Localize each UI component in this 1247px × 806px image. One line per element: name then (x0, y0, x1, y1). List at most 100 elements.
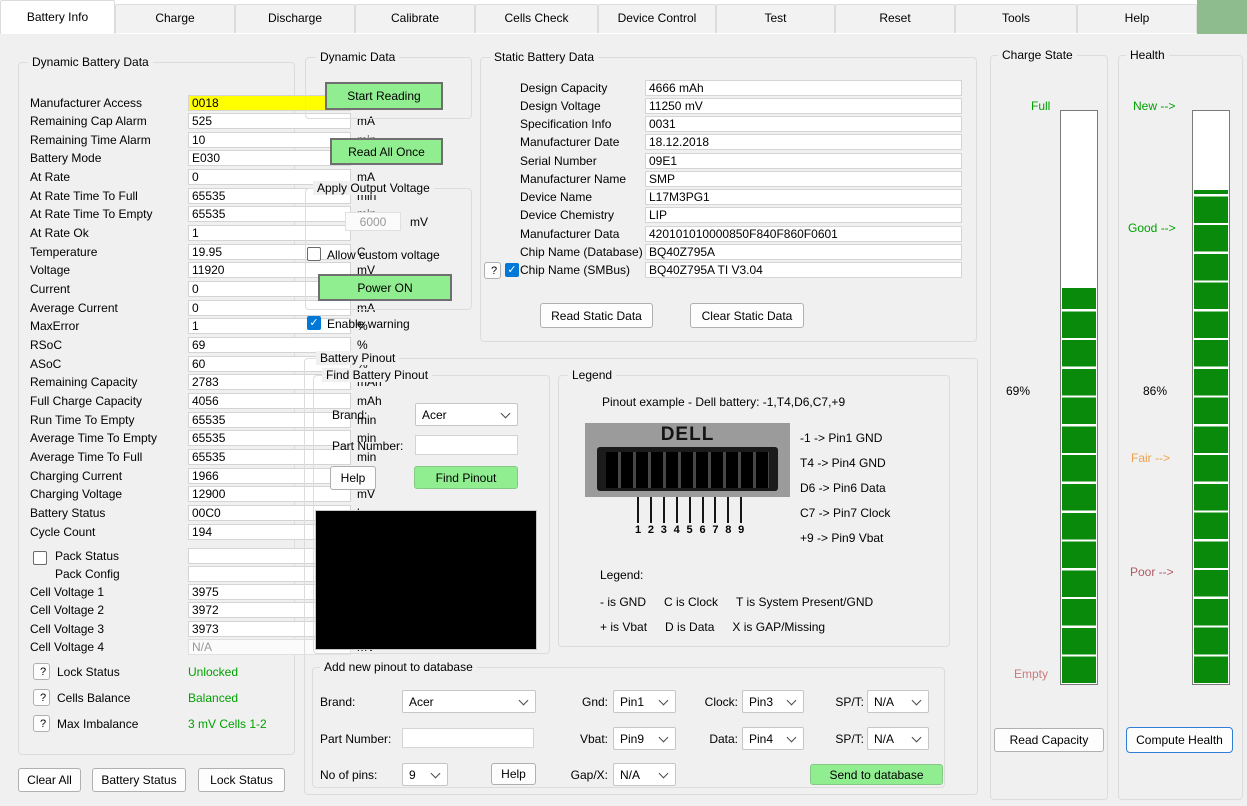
read-all-once-button[interactable]: Read All Once (330, 138, 443, 165)
static-field-input[interactable] (645, 262, 962, 278)
pin-line (701, 497, 704, 523)
static-field-input[interactable] (645, 97, 962, 114)
field-label: Pack Status (55, 548, 120, 563)
send-to-database-button[interactable]: Send to database (810, 764, 943, 785)
tab-bar: Battery Info Charge Discharge Calibrate Cell… (0, 0, 1247, 34)
chevron-down-icon (786, 695, 797, 705)
output-voltage-input[interactable] (345, 212, 401, 231)
add-help-button[interactable]: Help (491, 763, 536, 785)
field-row: Pack Confighex (30, 565, 376, 582)
clear-static-data-button[interactable]: Clear Static Data (690, 303, 804, 328)
static-field-input[interactable] (645, 189, 962, 205)
tab-device-control[interactable]: Device Control (598, 4, 716, 33)
field-row: Charging VoltagemV (30, 486, 375, 503)
pack-status-checkbox[interactable] (33, 551, 47, 565)
health-new-label: New --> (1133, 99, 1176, 113)
static-field-row: Design Voltage (520, 97, 962, 114)
field-label: Average Time To Full (30, 450, 143, 465)
pin-line (688, 497, 691, 523)
power-on-button[interactable]: Power ON (318, 274, 452, 301)
static-field-input[interactable] (645, 116, 962, 132)
static-field-input[interactable] (645, 79, 962, 96)
pin-number: 1 (634, 524, 642, 536)
health-poor-label: Poor --> (1130, 565, 1174, 579)
field-row: Charging CurrentmA (30, 467, 375, 484)
tab-battery-info[interactable]: Battery Info (0, 0, 115, 34)
tab-discharge[interactable]: Discharge (235, 4, 355, 33)
allow-custom-voltage-checkbox[interactable] (307, 247, 321, 261)
spt2-select[interactable]: N/A (867, 727, 929, 750)
pin-mapping: +9 -> Pin9 Vbat (800, 531, 884, 545)
enable-warning-checkbox[interactable]: ✓ (307, 316, 321, 330)
read-static-data-button[interactable]: Read Static Data (540, 303, 653, 328)
field-label: RSoC (30, 338, 63, 353)
vbat-value: Pin9 (620, 731, 645, 746)
field-row: Average Time To Fullmin (30, 449, 376, 466)
chevron-down-icon (658, 695, 669, 705)
gnd-select[interactable]: Pin1 (613, 690, 676, 713)
static-field-label: Device Chemistry (520, 208, 615, 223)
lock-status-value: Unlocked (188, 665, 239, 679)
static-field-input[interactable] (645, 243, 962, 260)
field-row: At Rate Time To Emptymin (30, 206, 376, 223)
compute-health-button[interactable]: Compute Health (1126, 727, 1233, 753)
add-part-number-input[interactable] (402, 728, 534, 748)
battery-status-button[interactable]: Battery Status (92, 768, 186, 792)
tab-reset[interactable]: Reset (835, 4, 955, 33)
tab-help[interactable]: Help (1077, 4, 1197, 33)
pin-number: 4 (673, 524, 680, 536)
clear-all-button[interactable]: Clear All (18, 768, 81, 792)
clock-select[interactable]: Pin3 (742, 690, 804, 713)
read-capacity-button[interactable]: Read Capacity (994, 728, 1104, 752)
tab-calibrate[interactable]: Calibrate (355, 4, 475, 33)
chevron-down-icon (911, 695, 922, 705)
field-input[interactable] (188, 150, 351, 167)
find-part-number-input[interactable] (415, 435, 518, 455)
smbus-help-button[interactable]: ? (484, 262, 501, 279)
tab-tools[interactable]: Tools (955, 4, 1077, 33)
field-label: At Rate Time To Full (30, 188, 138, 203)
static-field-input[interactable] (645, 170, 962, 187)
field-label: Remaining Capacity (30, 375, 138, 390)
static-field-input[interactable] (645, 152, 962, 169)
static-field-input[interactable] (645, 134, 962, 151)
no-of-pins-select[interactable]: 9 (402, 763, 448, 786)
data-label: Data: (709, 732, 738, 746)
gap-select[interactable]: N/A (613, 763, 676, 786)
health-percent-label: 86% (1143, 384, 1168, 398)
tab-charge[interactable]: Charge (115, 4, 235, 33)
output-voltage-unit: mV (410, 215, 428, 229)
gnd-value: Pin1 (620, 694, 645, 709)
smbus-checkbox[interactable]: ✓ (505, 263, 519, 277)
pin-line (740, 497, 743, 523)
find-help-button[interactable]: Help (330, 466, 376, 490)
field-row: At Rate Ok (30, 225, 351, 242)
field-input[interactable] (188, 131, 351, 148)
static-field-label: Manufacturer Data (520, 226, 620, 241)
lock-status-button[interactable]: Lock Status (198, 768, 285, 792)
find-brand-select[interactable]: Acer (415, 403, 518, 426)
spt1-select[interactable]: N/A (867, 690, 929, 713)
find-pinout-button[interactable]: Find Pinout (414, 466, 518, 489)
gap-value: N/A (620, 767, 641, 782)
help-button[interactable]: ? (33, 689, 50, 706)
static-field-input[interactable] (645, 207, 962, 224)
chevron-down-icon (786, 732, 797, 742)
field-label: Cycle Count (30, 524, 96, 539)
tab-cells-check[interactable]: Cells Check (475, 4, 598, 33)
add-brand-select[interactable]: Acer (402, 690, 536, 713)
data-select[interactable]: Pin4 (742, 727, 804, 750)
field-row: Average CurrentmA (30, 299, 375, 316)
field-label: At Rate (30, 170, 71, 185)
static-field-label: Serial Number (520, 153, 597, 168)
field-label: Battery Status (30, 506, 106, 521)
static-field-label: Chip Name (SMBus) (520, 263, 631, 277)
start-reading-button[interactable]: Start Reading (325, 82, 443, 110)
tab-test[interactable]: Test (716, 4, 835, 33)
static-field-input[interactable] (645, 225, 962, 242)
help-button[interactable]: ? (33, 715, 50, 732)
no-of-pins-label: No of pins: (320, 768, 378, 782)
field-label: Voltage (30, 263, 71, 278)
vbat-select[interactable]: Pin9 (613, 727, 676, 750)
help-button[interactable]: ? (33, 663, 50, 680)
